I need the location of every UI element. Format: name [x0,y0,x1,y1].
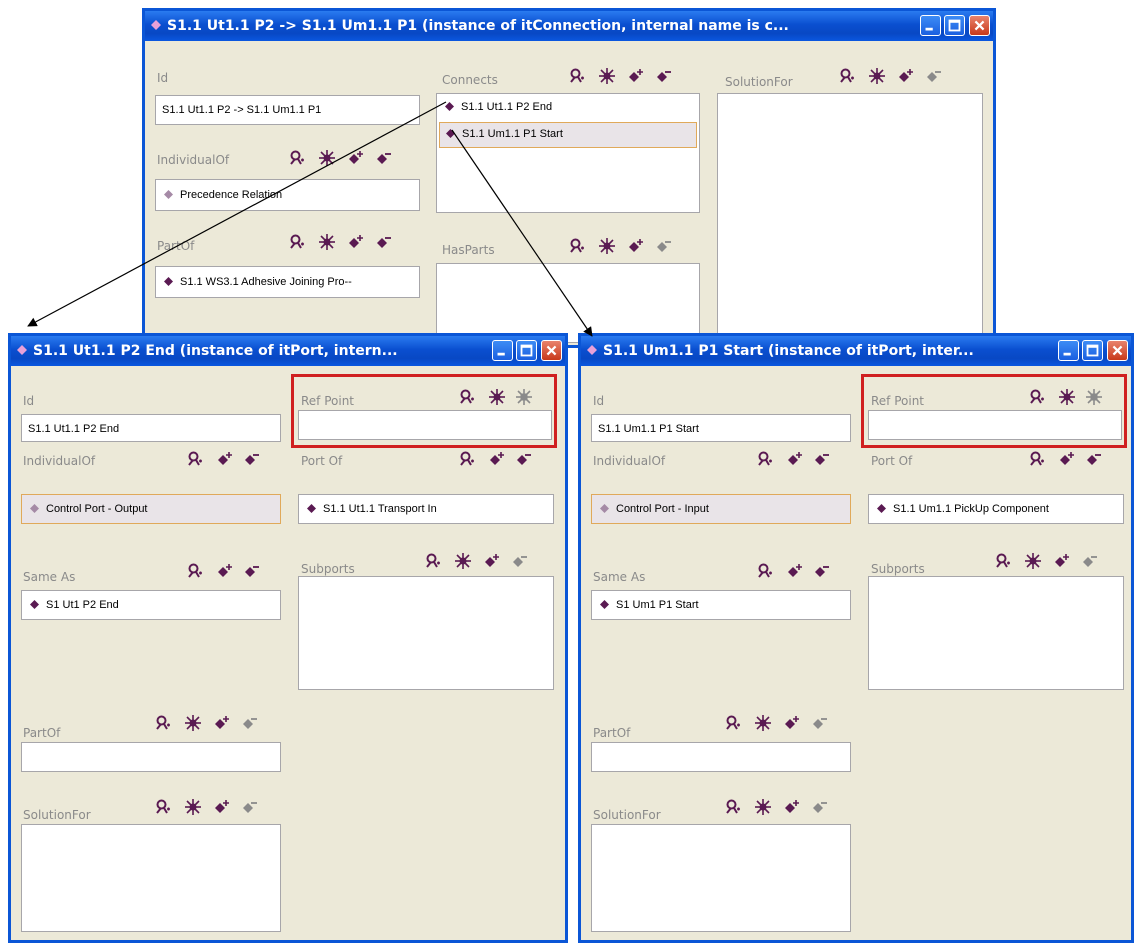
arrow-to-start-port [451,129,593,337]
annotation-arrows [27,101,593,337]
arrow-to-end-port [27,101,447,327]
